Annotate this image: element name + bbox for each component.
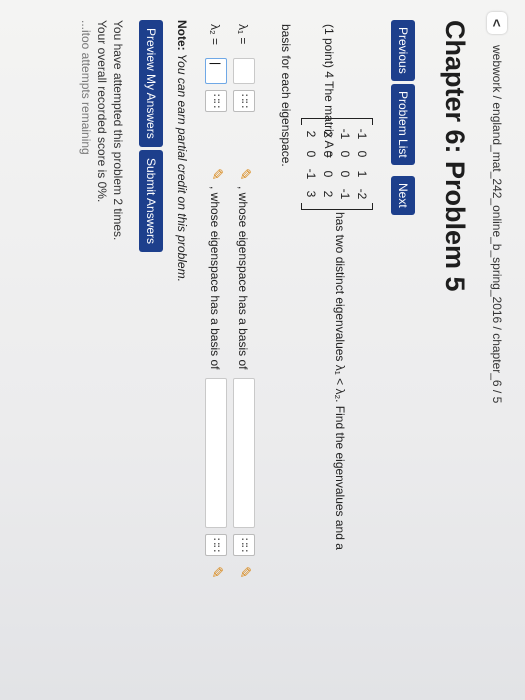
preview-answers-button[interactable]: Preview My Answers bbox=[139, 20, 163, 147]
remaining-text: ...itoo attempts remaining bbox=[79, 20, 93, 155]
matrix-grid-icon[interactable]: ∷∷ bbox=[205, 534, 227, 556]
matrix-cell: 3 bbox=[304, 190, 318, 198]
previous-button[interactable]: Previous bbox=[391, 20, 415, 81]
pencil-icon: ✎ bbox=[208, 566, 225, 579]
pencil-icon: ✎ bbox=[236, 566, 253, 579]
problem-page: < webwork / england_mat_242_online_b_spr… bbox=[0, 0, 525, 700]
lambda2-input[interactable] bbox=[205, 58, 227, 84]
page-title: Chapter 6: Problem 5 bbox=[440, 20, 470, 292]
matrix-cell: 2 bbox=[304, 130, 318, 138]
matrix-grid-icon[interactable]: ∷∷ bbox=[205, 90, 227, 112]
score-text: Your overall recorded score is 0%. bbox=[95, 20, 109, 203]
note-label: Note: bbox=[175, 20, 189, 51]
eigenspace-text: , whose eigenspace has a basis of bbox=[236, 186, 250, 370]
matrix-cell: -1 bbox=[338, 128, 352, 140]
matrix-cell: 0 bbox=[304, 150, 318, 158]
matrix-cell: 0 bbox=[338, 150, 352, 158]
matrix-cell: 0 bbox=[321, 170, 335, 178]
matrix-grid-icon[interactable]: ∷∷ bbox=[233, 534, 255, 556]
matrix-cell: 1 bbox=[355, 170, 369, 178]
lambda2-label: λ₂ = bbox=[208, 24, 222, 45]
basis2-input[interactable] bbox=[205, 378, 227, 528]
pencil-icon: ✎ bbox=[208, 168, 225, 181]
attempts-text: You have attempted this problem 2 times. bbox=[111, 20, 125, 241]
matrix-cell: 2 bbox=[321, 130, 335, 138]
back-button[interactable]: < bbox=[487, 12, 507, 34]
matrix-cell: 2 bbox=[321, 190, 335, 198]
eigenspace-text: , whose eigenspace has a basis of bbox=[208, 186, 222, 370]
problem-statement-cont: basis for each eigenspace. bbox=[279, 24, 293, 167]
matrix-cell: -1 bbox=[338, 188, 352, 200]
submit-answers-button[interactable]: Submit Answers bbox=[139, 150, 163, 253]
matrix-cell: -2 bbox=[355, 188, 369, 200]
pencil-icon: ✎ bbox=[236, 168, 253, 181]
lambda1-label: λ₁ = bbox=[236, 24, 250, 45]
note-text: You can earn partial credit on this prob… bbox=[175, 53, 189, 282]
matrix-cell: 0 bbox=[321, 150, 335, 158]
matrix-cell: 0 bbox=[338, 170, 352, 178]
matrix-cell: 0 bbox=[355, 150, 369, 158]
basis1-input[interactable] bbox=[233, 378, 255, 528]
matrix-a: -1 0 1 -2 -1 0 0 -1 2 0 0 2 2 0 -1 3 bbox=[301, 118, 373, 210]
matrix-grid-icon[interactable]: ∷∷ bbox=[233, 90, 255, 112]
breadcrumb: webwork / england_mat_242_online_b_sprin… bbox=[490, 45, 504, 404]
partial-credit-note: Note: You can earn partial credit on thi… bbox=[175, 20, 189, 282]
matrix-cell: -1 bbox=[304, 168, 318, 180]
problem-list-button[interactable]: Problem List bbox=[391, 84, 415, 165]
lambda1-input[interactable] bbox=[233, 58, 255, 84]
matrix-cell: -1 bbox=[355, 128, 369, 140]
next-button[interactable]: Next bbox=[391, 176, 415, 215]
problem-statement: has two distinct eigenvalues λ₁ < λ₂. Fi… bbox=[333, 212, 347, 550]
